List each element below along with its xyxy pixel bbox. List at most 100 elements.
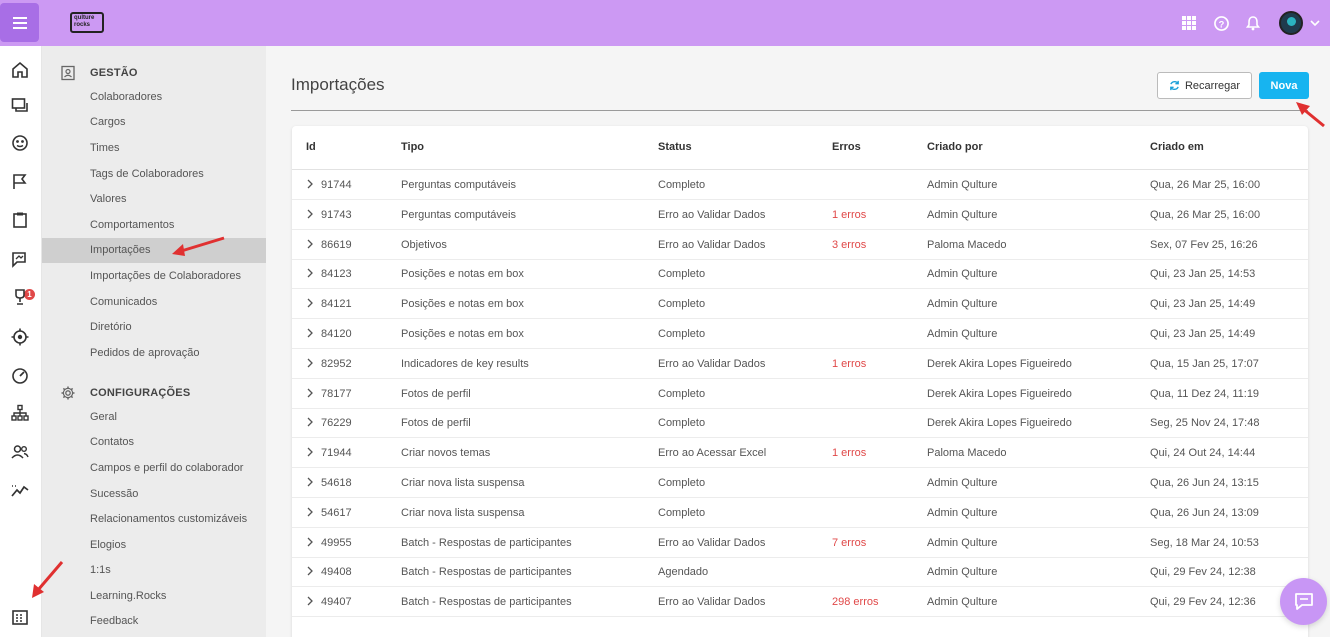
table-row[interactable]: 54617 Criar nova lista suspensa Completo Ad… — [292, 498, 1308, 528]
nav-item-comportamentos[interactable]: Comportamentos — [42, 213, 266, 238]
cell-criado-por: Derek Akira Lopes Figueiredo — [927, 387, 1072, 400]
expand-chevron-icon[interactable] — [306, 476, 314, 488]
cell-criado-por: Admin Qulture — [927, 566, 998, 579]
nav-item-contatos[interactable]: Contatos — [42, 430, 266, 455]
nav-item-comunicados[interactable]: Comunicados — [42, 290, 266, 315]
table-row[interactable]: 91744 Perguntas computáveis Completo Admin … — [292, 170, 1308, 200]
chat-icon[interactable] — [9, 95, 31, 117]
trophy-icon[interactable] — [9, 286, 31, 308]
nav-item-feedback[interactable]: Feedback — [42, 609, 266, 634]
target-icon[interactable] — [9, 326, 31, 348]
expand-chevron-icon[interactable] — [306, 446, 314, 458]
expand-chevron-icon[interactable] — [306, 595, 314, 607]
table-row[interactable]: 91743 Perguntas computáveis Erro ao Valida… — [292, 200, 1308, 230]
table-row[interactable]: 84120 Posições e notas em box Completo Admi… — [292, 319, 1308, 349]
help-icon[interactable]: ? — [1210, 12, 1232, 34]
table-row[interactable]: 84123 Posições e notas em box Completo Admi… — [292, 259, 1308, 290]
nav-item-learning-rocks[interactable]: Learning.Rocks — [42, 584, 266, 609]
nav-item-relacionamentos[interactable]: Relacionamentos customizáveis — [42, 507, 266, 532]
people-icon[interactable] — [9, 441, 31, 463]
expand-chevron-icon[interactable] — [306, 327, 314, 339]
nav-item-valores[interactable]: Valores — [42, 187, 266, 212]
app-logo[interactable]: qulture rocks — [70, 12, 104, 33]
new-import-button[interactable]: Nova — [1259, 72, 1309, 99]
cell-status: Erro ao Acessar Excel — [658, 447, 767, 460]
reload-button[interactable]: Recarregar — [1157, 72, 1252, 99]
nav-item-geral[interactable]: Geral — [42, 405, 266, 430]
expand-chevron-icon[interactable] — [306, 506, 314, 518]
expand-chevron-icon[interactable] — [306, 357, 314, 369]
cell-id: 76229 — [321, 417, 352, 430]
table-row[interactable]: 49955 Batch - Respostas de participantes E… — [292, 528, 1308, 558]
hamburger-menu-button[interactable] — [0, 3, 39, 42]
table-row[interactable]: 49408 Batch - Respostas de participantes A… — [292, 557, 1308, 588]
nav-item-campos-perfil[interactable]: Campos e perfil do colaborador — [42, 456, 266, 481]
expand-chevron-icon[interactable] — [306, 387, 314, 399]
cell-criado-por: Derek Akira Lopes Figueiredo — [927, 417, 1072, 430]
home-icon[interactable] — [9, 59, 31, 81]
column-header-erros[interactable]: Erros — [832, 141, 861, 153]
table-row[interactable]: 86619 Objetivos Erro ao Validar Dados 3 err… — [292, 230, 1308, 260]
table-row[interactable]: 78177 Fotos de perfil Completo Derek Akira … — [292, 379, 1308, 409]
cell-criado-em: Seg, 25 Nov 24, 17:48 — [1150, 417, 1260, 430]
chevron-down-icon[interactable] — [1308, 12, 1322, 34]
table-row[interactable]: 49407 Batch - Respostas de participantes E… — [292, 587, 1308, 618]
column-header-criado-por[interactable]: Criado por — [927, 141, 983, 153]
expand-chevron-icon[interactable] — [306, 267, 314, 279]
nav-item-elogios[interactable]: Elogios — [42, 533, 266, 558]
nav-item-cargos[interactable]: Cargos — [42, 110, 266, 135]
flag-icon[interactable] — [9, 171, 31, 193]
cell-criado-em: Qua, 11 Dez 24, 11:19 — [1150, 387, 1260, 400]
table-row[interactable]: 84121 Posições e notas em box Completo Admi… — [292, 289, 1308, 320]
cell-id: 91744 — [321, 179, 352, 191]
table-row[interactable]: 82952 Indicadores de key results Erro ao V… — [292, 349, 1308, 379]
nav-item-pedidos-aprovacao[interactable]: Pedidos de aprovação — [42, 341, 266, 366]
bell-icon[interactable] — [1242, 12, 1264, 34]
cell-criado-em: Qua, 26 Mar 25, 16:00 — [1150, 179, 1261, 191]
nav-item-colaboradores[interactable]: Colaboradores — [42, 85, 266, 110]
cell-criado-em: Sex, 07 Fev 25, 16:26 — [1150, 238, 1258, 251]
nav-item-sucessao[interactable]: Sucessão — [42, 482, 266, 507]
nav-item-importacoes-colaboradores[interactable]: Importações de Colaboradores — [42, 264, 266, 289]
org-chart-icon[interactable] — [9, 402, 31, 424]
cell-status: Completo — [658, 477, 706, 489]
cell-tipo: Perguntas computáveis — [401, 179, 516, 191]
clipboard-icon[interactable] — [9, 209, 31, 231]
cell-id: 54617 — [321, 506, 352, 519]
expand-chevron-icon[interactable] — [306, 178, 314, 190]
nav-item-diretorio[interactable]: Diretório — [42, 315, 266, 340]
gauge-icon[interactable] — [9, 364, 31, 386]
cell-criado-em: Qua, 26 Jun 24, 13:15 — [1150, 477, 1259, 489]
expand-chevron-icon[interactable] — [306, 536, 314, 548]
chat-support-button[interactable] — [1280, 578, 1327, 625]
expand-chevron-icon[interactable] — [306, 416, 314, 428]
user-avatar[interactable] — [1279, 11, 1303, 35]
expand-chevron-icon[interactable] — [306, 297, 314, 309]
nav-item-times[interactable]: Times — [42, 136, 266, 161]
cell-status: Erro ao Validar Dados — [658, 238, 766, 251]
apps-grid-icon[interactable] — [1178, 12, 1200, 34]
column-header-tipo[interactable]: Tipo — [401, 141, 424, 153]
building-icon[interactable] — [9, 606, 31, 628]
table-row[interactable]: 76229 Fotos de perfil Completo Derek Akira … — [292, 408, 1308, 439]
feedback-icon[interactable] — [9, 248, 31, 270]
compass-icon[interactable] — [9, 132, 31, 154]
table-row[interactable]: 54618 Criar nova lista suspensa Completo Ad… — [292, 468, 1308, 498]
expand-chevron-icon[interactable] — [306, 208, 314, 220]
cell-erros: 1 erros — [832, 208, 867, 221]
column-header-id[interactable]: Id — [306, 141, 316, 153]
nav-item-1-1s[interactable]: 1:1s — [42, 558, 266, 583]
expand-chevron-icon[interactable] — [306, 565, 314, 577]
nav-item-importacoes[interactable]: Importações — [42, 238, 266, 263]
column-header-status[interactable]: Status — [658, 141, 692, 153]
nav-item-tags-colaboradores[interactable]: Tags de Colaboradores — [42, 162, 266, 187]
trend-icon[interactable] — [9, 480, 31, 502]
cell-criado-por: Paloma Macedo — [927, 238, 1007, 251]
cell-criado-em: Qui, 23 Jan 25, 14:53 — [1150, 268, 1256, 281]
table-row[interactable]: 71944 Criar novos temas Erro ao Acessar Ex… — [292, 438, 1308, 469]
column-header-criado-em[interactable]: Criado em — [1150, 141, 1204, 153]
cell-erros: 7 erros — [832, 536, 867, 549]
cell-tipo: Criar nova lista suspensa — [401, 477, 525, 489]
cell-tipo: Indicadores de key results — [401, 357, 529, 370]
expand-chevron-icon[interactable] — [306, 238, 314, 250]
